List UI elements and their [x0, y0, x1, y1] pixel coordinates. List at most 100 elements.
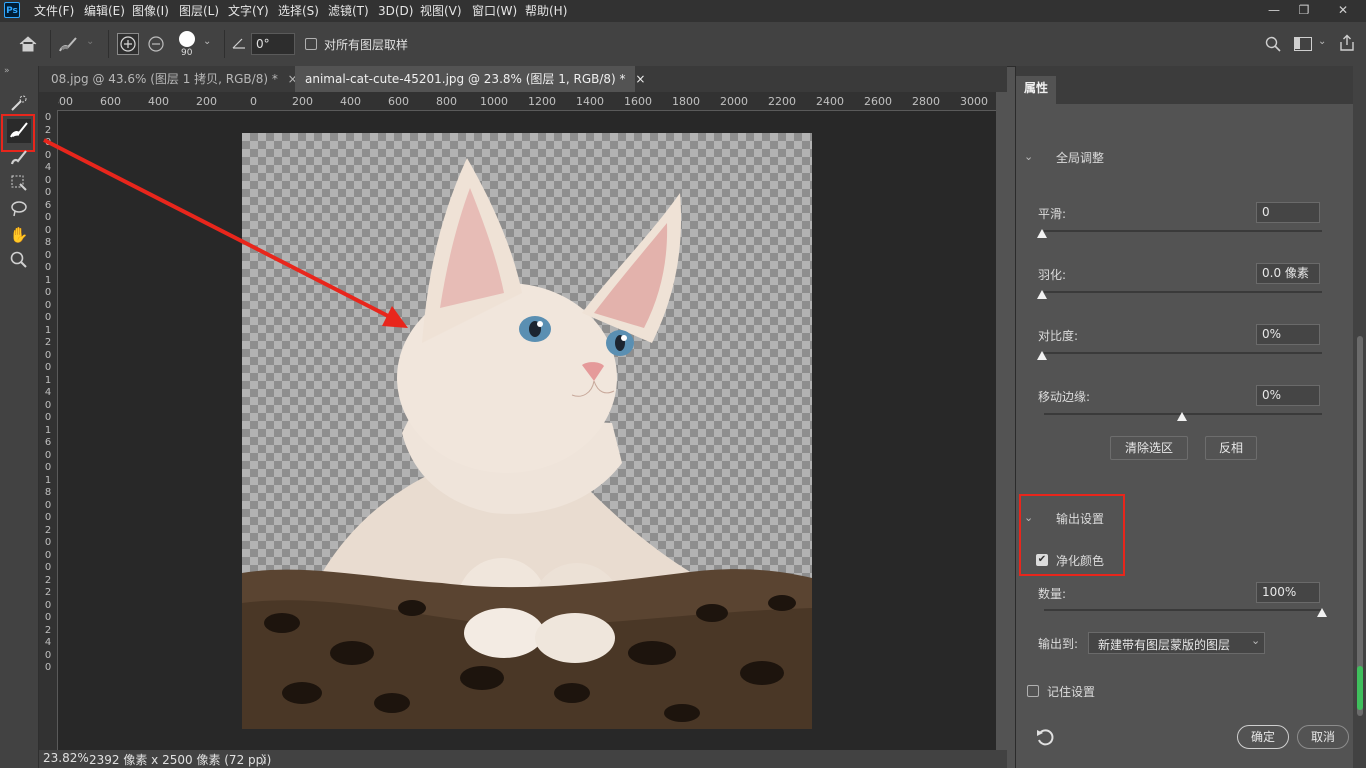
shift-edge-input[interactable]: 0%: [1256, 385, 1320, 406]
status-arrow-icon[interactable]: 〉: [261, 751, 273, 768]
output-to-label: 输出到:: [1038, 637, 1079, 651]
ruler-tick: 0: [44, 512, 52, 523]
ruler-tick: 8: [44, 237, 52, 248]
ruler-tick: 400: [340, 95, 361, 108]
clear-selection-button[interactable]: 清除选区: [1110, 436, 1188, 460]
contrast-slider-thumb[interactable]: [1037, 351, 1047, 360]
ruler-tick: 0: [44, 412, 52, 423]
sample-all-layers-checkbox[interactable]: [305, 38, 317, 50]
ruler-tick: 4: [44, 637, 52, 648]
ruler-tick: 0: [44, 549, 52, 561]
menu-layer[interactable]: 图层(L): [179, 2, 219, 20]
ruler-tick: 6: [44, 199, 52, 211]
brush-size-preview[interactable]: [179, 31, 195, 47]
hand-tool-icon[interactable]: ✋: [7, 223, 31, 247]
workspace-icon[interactable]: [1294, 37, 1312, 51]
decontaminate-checkbox[interactable]: ✔: [1036, 554, 1048, 566]
add-to-selection-button[interactable]: [117, 33, 139, 55]
tab-document-1[interactable]: 08.jpg @ 43.6% (图层 1 拷贝, RGB/8) * ×: [41, 66, 298, 92]
document-info[interactable]: 2392 像素 x 2500 像素 (72 ppi): [89, 751, 271, 768]
ruler-tick: 4: [44, 162, 52, 173]
feather-slider[interactable]: [1044, 291, 1322, 293]
lasso-tool-icon[interactable]: [7, 198, 31, 222]
output-to-select[interactable]: 新建带有图层蒙版的图层 ⌄: [1088, 632, 1265, 654]
menu-image[interactable]: 图像(I): [132, 2, 169, 20]
vertical-ruler[interactable]: 0200400600800100012001400160018002000220…: [39, 110, 58, 750]
menu-window[interactable]: 窗口(W): [472, 2, 517, 20]
scrollbar-thumb[interactable]: [1357, 336, 1363, 716]
menu-type[interactable]: 文字(Y): [228, 2, 269, 20]
invert-button[interactable]: 反相: [1205, 436, 1257, 460]
angle-input[interactable]: 0°: [251, 33, 295, 55]
search-icon[interactable]: [1264, 35, 1282, 53]
brush-dropdown-chevron-icon[interactable]: ⌄: [203, 36, 211, 47]
menu-view[interactable]: 视图(V): [420, 2, 462, 20]
ruler-tick: 0: [44, 262, 52, 273]
object-selection-tool-icon[interactable]: [7, 172, 31, 196]
status-bar: 23.82% 2392 像素 x 2500 像素 (72 ppi) 〉: [39, 750, 1007, 768]
contrast-input[interactable]: 0%: [1256, 324, 1320, 345]
ok-button[interactable]: 确定: [1237, 725, 1289, 749]
home-icon[interactable]: [16, 32, 40, 56]
ruler-tick: 0: [44, 349, 52, 361]
ruler-tick: 0: [44, 187, 52, 198]
quick-selection-tool-icon[interactable]: [7, 92, 31, 116]
chevron-down-icon[interactable]: ⌄: [86, 36, 94, 47]
ruler-tick: 2800: [912, 95, 940, 108]
contrast-slider[interactable]: [1044, 352, 1322, 354]
feather-input[interactable]: 0.0 像素: [1256, 263, 1320, 284]
share-icon[interactable]: [1338, 34, 1356, 52]
subtract-from-selection-button[interactable]: [146, 34, 168, 56]
collapse-tools-icon[interactable]: »: [4, 66, 10, 76]
refine-brush-preset-icon[interactable]: [56, 32, 82, 56]
ruler-tick: 0: [44, 362, 52, 373]
tab-close-icon[interactable]: ×: [635, 72, 645, 86]
smooth-slider[interactable]: [1044, 230, 1322, 232]
menu-3d[interactable]: 3D(D): [378, 2, 413, 20]
feather-slider-thumb[interactable]: [1037, 290, 1047, 299]
properties-panel: 属性 ⌄ 全局调整 平滑: 0 羽化: 0.0 像素 对比度: 0% 移动边缘:…: [1015, 66, 1366, 768]
zoom-tool-icon[interactable]: [7, 249, 31, 273]
amount-input[interactable]: 100%: [1256, 582, 1320, 603]
brush-tool-icon[interactable]: [7, 146, 31, 170]
menu-file[interactable]: 文件(F): [34, 2, 74, 20]
ruler-tick: 1400: [576, 95, 604, 108]
tab-document-2[interactable]: animal-cat-cute-45201.jpg @ 23.8% (图层 1,…: [295, 66, 645, 92]
tab-properties[interactable]: 属性: [1016, 76, 1056, 104]
horizontal-ruler[interactable]: 800 600 400 200 0 200 400 600 800 1000 1…: [58, 92, 996, 111]
decontaminate-label: 净化颜色: [1056, 554, 1105, 568]
amount-slider-thumb[interactable]: [1317, 608, 1327, 617]
panel-tab-strip: 属性: [1016, 66, 1366, 104]
smooth-slider-thumb[interactable]: [1037, 229, 1047, 238]
document-tab-bar: 08.jpg @ 43.6% (图层 1 拷贝, RGB/8) * × anim…: [39, 66, 1007, 92]
collapse-global-icon[interactable]: ⌄: [1024, 150, 1033, 163]
zoom-level[interactable]: 23.82%: [43, 751, 89, 765]
panel-scrollbar[interactable]: [1353, 66, 1366, 768]
shift-edge-slider-thumb[interactable]: [1177, 412, 1187, 421]
ruler-tick: 200: [292, 95, 313, 108]
ruler-origin[interactable]: [39, 92, 58, 110]
menu-filter[interactable]: 滤镜(T): [328, 2, 369, 20]
remember-settings-checkbox[interactable]: [1027, 685, 1039, 697]
ruler-tick: 1: [44, 474, 52, 486]
close-window-icon[interactable]: ✕: [1326, 0, 1360, 22]
ruler-tick: 4: [44, 387, 52, 398]
amount-slider[interactable]: [1044, 609, 1322, 611]
workspace-chevron-icon[interactable]: ⌄: [1318, 36, 1326, 47]
document-image[interactable]: [242, 133, 812, 729]
reset-icon[interactable]: [1034, 726, 1056, 748]
ruler-tick: 800: [58, 95, 73, 108]
menu-edit[interactable]: 编辑(E): [84, 2, 125, 20]
restore-icon[interactable]: ❐: [1290, 0, 1318, 22]
cancel-button[interactable]: 取消: [1297, 725, 1349, 749]
ruler-tick: 8: [44, 487, 52, 498]
collapse-output-icon[interactable]: ⌄: [1024, 511, 1033, 524]
smooth-input[interactable]: 0: [1256, 202, 1320, 223]
shift-edge-label: 移动边缘:: [1038, 390, 1091, 404]
ruler-tick: 0: [44, 249, 52, 261]
photoshop-logo: Ps: [4, 2, 20, 18]
minimize-icon[interactable]: —: [1260, 0, 1288, 22]
menu-select[interactable]: 选择(S): [278, 2, 319, 20]
menu-help[interactable]: 帮助(H): [525, 2, 567, 20]
ruler-tick: 0: [44, 499, 52, 511]
